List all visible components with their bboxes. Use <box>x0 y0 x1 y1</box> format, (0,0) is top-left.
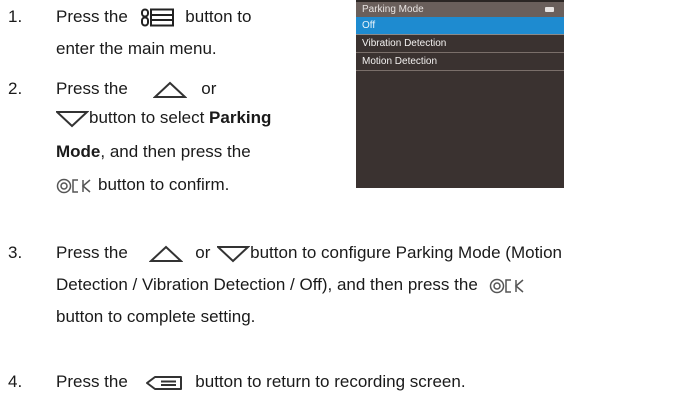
step-line: Mode, and then press the <box>56 143 251 160</box>
down-triangle-icon <box>56 110 89 128</box>
ok-icon <box>489 278 525 294</box>
step-line: Detection / Vibration Detection / Off), … <box>56 276 525 294</box>
step-text: button to select <box>89 108 210 127</box>
step-text: button to configure Parking Mode (Motion <box>250 243 562 262</box>
step-text: button to return to recording screen. <box>195 372 466 391</box>
down-triangle-icon <box>217 245 251 263</box>
step-text: or <box>201 79 217 98</box>
menu-icon <box>140 8 175 27</box>
step-text: button to confirm. <box>98 175 230 194</box>
menu-item-vibration-detection[interactable]: Vibration Detection <box>356 35 564 53</box>
step-bold-text: Parking <box>209 108 272 127</box>
step-line: button to complete setting. <box>56 307 256 326</box>
step-line: Press the or <box>56 80 216 99</box>
step-text: button to <box>185 7 252 26</box>
step-text: Detection / Vibration Detection / Off), … <box>56 275 478 294</box>
step-number: 2. <box>8 79 23 98</box>
step-text: , and then press the <box>100 142 251 161</box>
up-triangle-icon <box>152 81 187 99</box>
step-line: Press the button to <box>56 8 251 27</box>
menu-item-motion-detection[interactable]: Motion Detection <box>356 53 564 71</box>
step-line: button to select Parking <box>56 109 271 128</box>
step-text: or <box>195 243 211 262</box>
back-icon <box>145 374 183 392</box>
step-line: enter the main menu. <box>56 39 217 58</box>
step-number: 1. <box>8 7 23 26</box>
step-bold-text: Mode <box>56 142 101 161</box>
ok-icon <box>56 178 92 194</box>
battery-icon <box>545 7 554 12</box>
step-text: Press the <box>56 243 128 262</box>
step-line: Press the button to return to recording … <box>56 373 466 392</box>
step-text: Press the <box>56 372 128 391</box>
step-text: Press the <box>56 79 128 98</box>
screen-title: Parking Mode <box>362 4 424 15</box>
step-line: Press the or button to configure Parking… <box>56 244 562 263</box>
step-line: button to confirm. <box>56 176 229 194</box>
up-triangle-icon <box>148 245 183 263</box>
step-number: 4. <box>8 372 23 391</box>
step-text: Press the <box>56 7 128 26</box>
device-screen: Parking Mode Off Vibration Detection Mot… <box>356 0 564 188</box>
menu-item-off[interactable]: Off <box>356 17 564 35</box>
step-number: 3. <box>8 243 23 262</box>
screen-title-bar: Parking Mode <box>356 2 564 17</box>
